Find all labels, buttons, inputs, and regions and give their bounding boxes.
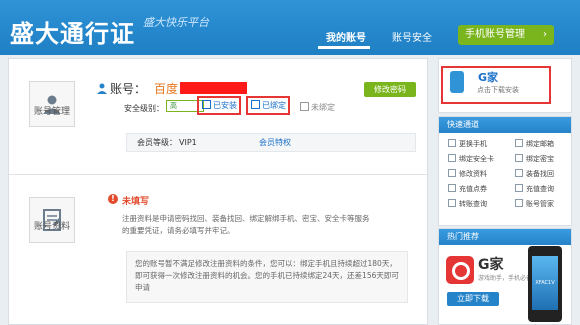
quick-link[interactable]: 绑定密宝 [515, 154, 554, 164]
account-name: 百度 [154, 82, 179, 96]
quick-link[interactable]: 转账查询 [448, 199, 487, 209]
quick-link[interactable]: 更换手机 [448, 139, 487, 149]
notice-box: 您的账号暂不满足修改注册资料的条件，您可以：绑定手机且持续超过180天，即可获得… [126, 251, 408, 303]
security-level-value: 高 [170, 102, 177, 110]
card-icon [448, 154, 456, 162]
warning-icon: ! [108, 194, 118, 204]
promo-title: G家 [478, 257, 504, 273]
installed-label: 已安装 [213, 101, 237, 110]
vip-privilege-link[interactable]: 会员特权 [259, 134, 291, 151]
gjia-logo-icon [446, 256, 474, 284]
mobile-account-label: 手机账号管理 [465, 29, 525, 40]
transfer-icon [448, 199, 456, 207]
quick-link[interactable]: 充值查询 [515, 184, 554, 194]
equipment-icon [515, 169, 523, 177]
account-redaction [180, 82, 247, 94]
phone-screen: XFAC1V [532, 256, 558, 310]
installed-box[interactable]: 已安装 [197, 96, 241, 115]
notice-text: 您的账号暂不满足修改注册资料的条件，您可以：绑定手机且持续超过180天，即可获得… [135, 259, 399, 292]
recharge-icon [448, 184, 456, 192]
account-prefix: 账号： [110, 82, 147, 96]
phone-download-icon [450, 71, 464, 93]
manager-icon [515, 199, 523, 207]
nav-active-indicator [318, 46, 370, 49]
gjia-title[interactable]: G家 [478, 69, 498, 85]
logo[interactable]: 盛大通行证 [10, 14, 135, 49]
warning-title: 未填写 [122, 197, 150, 207]
security-level-label: 安全级别： [124, 104, 164, 113]
quick-link[interactable]: 账号管家 [515, 199, 554, 209]
vip-label: 会员等级： [137, 138, 177, 147]
account-manage-label: 账号管理 [33, 107, 70, 117]
gjia-download-link[interactable]: 点击下载安装 [477, 85, 519, 95]
chevron-right-icon: › [543, 29, 547, 40]
logo-slogan: 盛大快乐平台 [143, 16, 209, 29]
download-now-button[interactable]: 立即下载 [447, 292, 499, 306]
quick-link[interactable]: 修改资料 [448, 169, 487, 179]
security-card-icon [202, 100, 211, 109]
unbound-label: 未绑定 [311, 103, 335, 112]
section-divider [9, 174, 427, 175]
profile-label: 账号资料 [33, 222, 70, 232]
mobile-account-button[interactable]: 手机账号管理 › [458, 25, 554, 45]
mail-icon [515, 139, 523, 147]
quick-links-header: 快速通道 [439, 117, 571, 133]
edit-password-button[interactable]: 修改密码 [364, 82, 416, 97]
search-icon [515, 184, 523, 192]
quick-link[interactable]: 绑定邮箱 [515, 139, 554, 149]
quick-link[interactable]: 装备找回 [515, 169, 554, 179]
phone-bind-icon [251, 100, 260, 109]
promo-subtitle: 游戏助手，手机必备 [478, 275, 533, 282]
bound-label: 已绑定 [262, 101, 286, 110]
quick-link[interactable]: 充值点券 [448, 184, 487, 194]
profile-info-text: 注册资料是申请密码找回、装备找回、绑定解绑手机、密宝、安全卡等服务的重要凭证，请… [122, 214, 370, 235]
phone-icon [448, 139, 456, 147]
vip-row: 会员等级： VIP1 会员特权 [126, 133, 416, 152]
account-user-icon [97, 83, 107, 94]
bound-box[interactable]: 已绑定 [246, 96, 290, 115]
unbound-item[interactable]: 未绑定 [297, 102, 335, 113]
nav-my-account[interactable]: 我的账号 [326, 29, 366, 44]
edit-icon [448, 169, 456, 177]
token-icon [515, 154, 523, 162]
promo-header: 热门推荐 [439, 229, 571, 245]
vip-value: VIP1 [179, 138, 197, 147]
email-icon [300, 102, 309, 111]
nav-account-security[interactable]: 账号安全 [392, 29, 432, 44]
quick-link[interactable]: 绑定安全卡 [448, 154, 494, 164]
